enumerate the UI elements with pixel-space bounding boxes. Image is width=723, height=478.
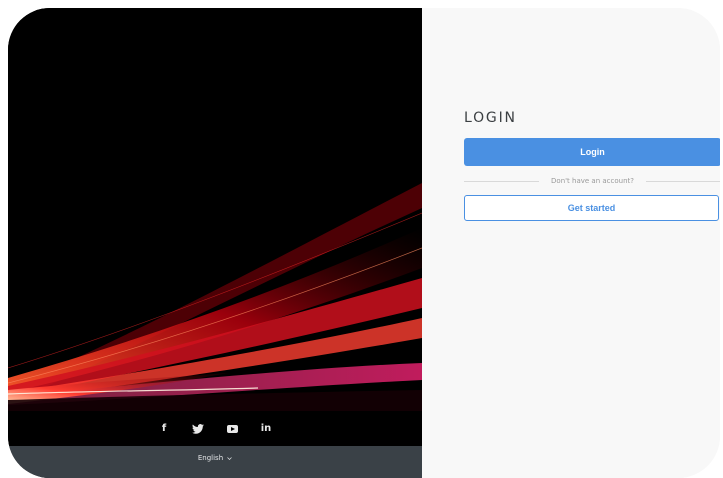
signup-divider: Don't have an account? <box>464 174 720 188</box>
language-label: English <box>197 454 224 462</box>
youtube-icon[interactable] <box>226 422 238 436</box>
twitter-bird-icon <box>192 423 204 434</box>
divider-line-right <box>645 180 720 182</box>
divider-line-left <box>464 180 540 182</box>
social-links: f in <box>8 411 422 446</box>
page-title: LOGIN <box>464 110 517 126</box>
youtube-play-icon <box>226 424 238 433</box>
login-button[interactable]: Login <box>464 138 720 166</box>
hero-image <box>8 8 422 411</box>
facebook-icon[interactable]: f <box>158 422 170 436</box>
language-selector[interactable]: English <box>198 454 232 462</box>
hero-panel: f in English <box>8 8 422 478</box>
app-window: f in English LOGIN Login Don't have an a… <box>8 8 720 478</box>
login-panel: LOGIN Login Don't have an account? Get s… <box>422 8 720 478</box>
no-account-text: Don't have an account? <box>551 177 634 185</box>
language-bar: English <box>8 446 422 478</box>
linkedin-icon[interactable]: in <box>260 422 272 436</box>
twitter-icon[interactable] <box>192 422 204 436</box>
chevron-down-icon <box>227 456 232 460</box>
get-started-button[interactable]: Get started <box>464 195 719 221</box>
